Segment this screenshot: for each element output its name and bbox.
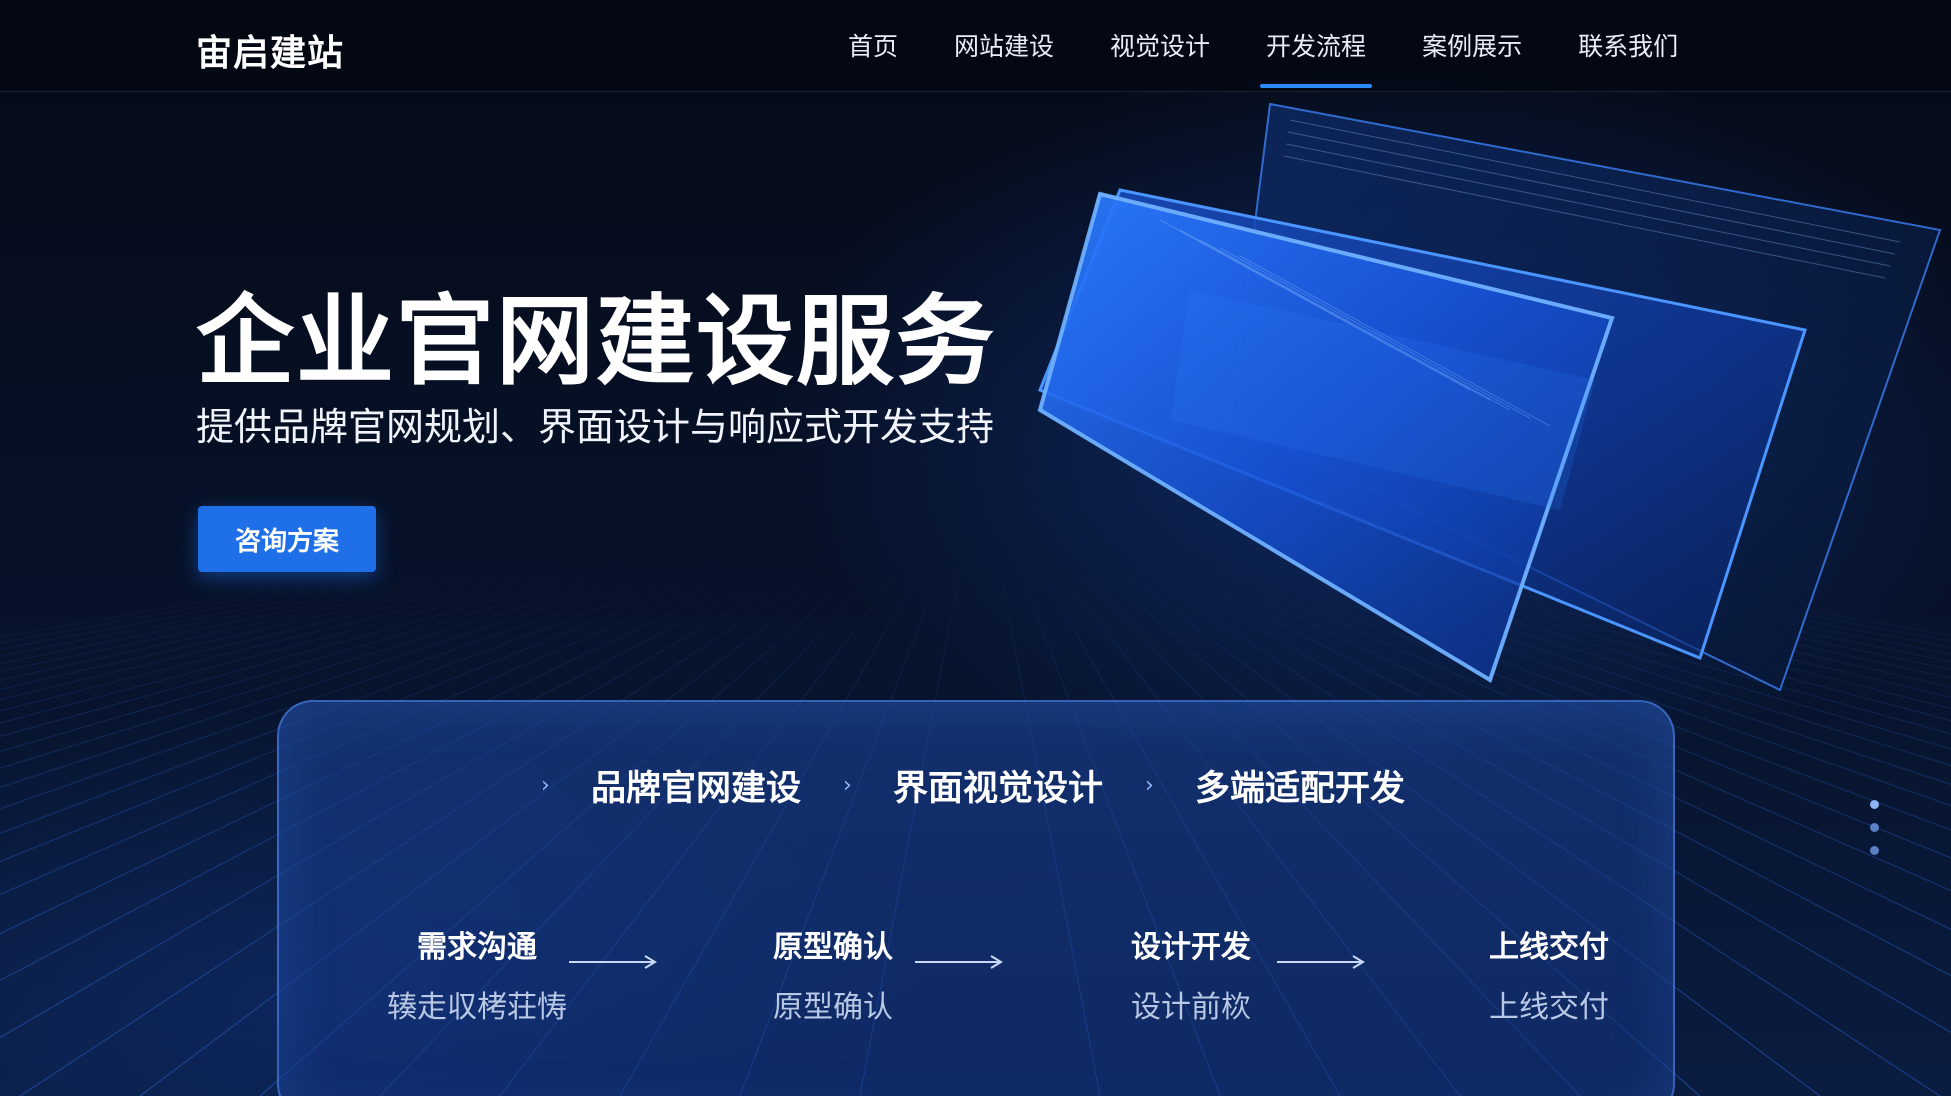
step-subtitle: 辏走収栲荘㤽 xyxy=(387,990,567,1025)
nav-item-home[interactable]: 首页 xyxy=(848,0,898,92)
service-item: › 界面视觉设计 xyxy=(843,760,1103,811)
nav-item-website-building[interactable]: 网站建设 xyxy=(954,0,1054,92)
arrow-right-icon xyxy=(569,955,657,969)
main-nav: 首页 网站建设 视觉设计 开发流程 案例展示 联系我们 xyxy=(848,0,1734,92)
site-logo[interactable]: 宙启建站 xyxy=(196,24,344,76)
service-item: › 多端适配开发 xyxy=(1145,760,1405,811)
nav-item-cases[interactable]: 案例展示 xyxy=(1422,0,1522,92)
hero-subtitle: 提供品牌官网规划、界面设计与响应式开发支持 xyxy=(196,405,995,449)
consult-plan-button[interactable]: 咨询方案 xyxy=(198,506,376,572)
glass-panels-illustration xyxy=(1037,102,1942,692)
arrow-right-icon xyxy=(1277,955,1365,969)
hero-title: 企业官网建设服务 xyxy=(196,285,997,399)
step-subtitle: 上线交付 xyxy=(1489,990,1609,1025)
process-step: 原型确认 原型确认 xyxy=(723,922,943,1026)
step-title: 上线交付 xyxy=(1489,930,1609,965)
process-card: › 品牌官网建设 › 界面视觉设计 › 多端适配开发 需求沟通 辏走収栲荘㤽 原… xyxy=(277,700,1675,1096)
service-label: 界面视觉设计 xyxy=(893,769,1104,809)
chevron-right-icon: › xyxy=(541,773,550,798)
chevron-right-icon: › xyxy=(1145,773,1154,798)
step-subtitle: 设计前栨 xyxy=(1131,990,1251,1025)
service-label: 品牌官网建设 xyxy=(591,769,802,809)
nav-item-visual-design[interactable]: 视觉设计 xyxy=(1110,0,1210,92)
step-subtitle: 原型确认 xyxy=(773,990,893,1025)
process-steps: 需求沟通 辏走収栲荘㤽 原型确认 原型确认 设计开发 设计前栨 上线交付 上线交… xyxy=(279,922,1677,1042)
service-list: › 品牌官网建设 › 界面视觉设计 › 多端适配开发 xyxy=(541,760,1447,811)
pagination-dot[interactable] xyxy=(1870,823,1879,832)
process-step: 需求沟通 辏走収栲荘㤽 xyxy=(367,922,587,1026)
arrow-right-icon xyxy=(915,955,1003,969)
service-label: 多端适配开发 xyxy=(1195,769,1406,809)
page: 宙启建站 首页 网站建设 视觉设计 开发流程 案例展示 联系我们 企业官网建设服… xyxy=(0,0,1951,1096)
nav-item-dev-process[interactable]: 开发流程 xyxy=(1260,0,1373,92)
pagination-dot[interactable] xyxy=(1870,846,1879,855)
process-step: 设计开发 设计前栨 xyxy=(1081,922,1301,1026)
chevron-right-icon: › xyxy=(843,773,852,798)
site-header: 宙启建站 首页 网站建设 视觉设计 开发流程 案例展示 联系我们 xyxy=(0,0,1951,92)
pagination-dot[interactable] xyxy=(1870,800,1879,809)
nav-item-contact[interactable]: 联系我们 xyxy=(1578,0,1678,92)
step-title: 设计开发 xyxy=(1131,930,1251,965)
service-item: › 品牌官网建设 xyxy=(541,760,801,811)
step-title: 原型确认 xyxy=(773,930,893,965)
pagination-dots xyxy=(1870,800,1882,890)
step-title: 需求沟通 xyxy=(417,930,537,965)
process-step: 上线交付 上线交付 xyxy=(1439,922,1659,1026)
